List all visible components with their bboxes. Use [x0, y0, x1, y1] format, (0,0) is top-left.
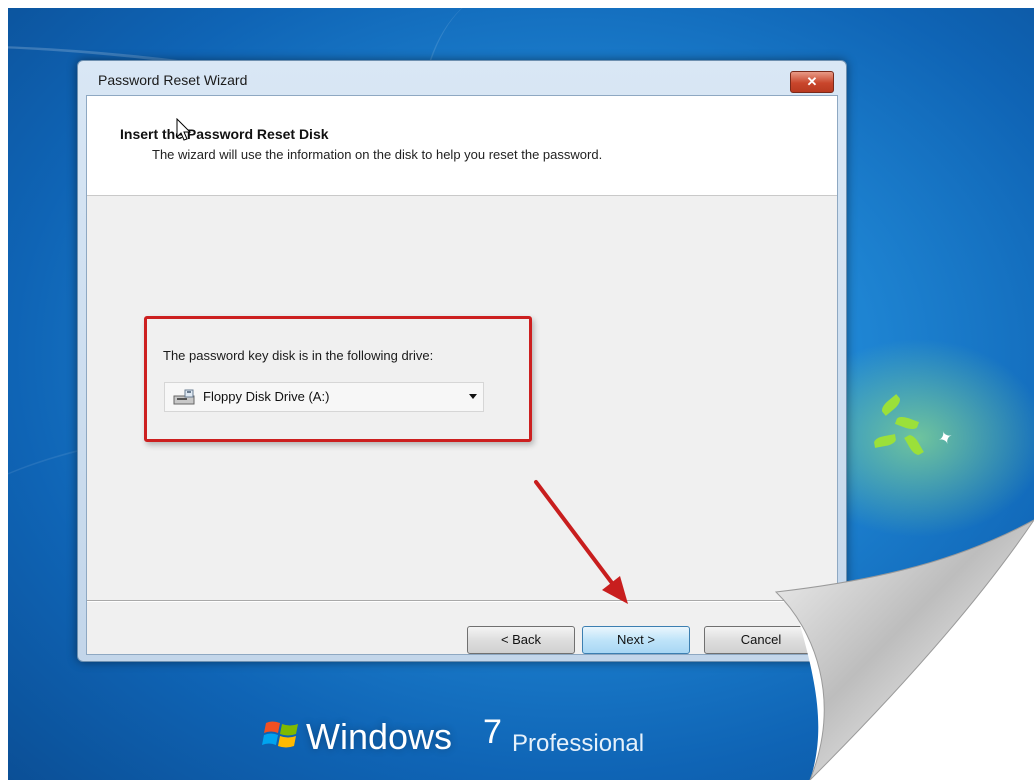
windows-version: 7: [483, 713, 502, 751]
page-curl: [774, 519, 1034, 780]
windows-wordmark: Windows: [306, 716, 453, 757]
windows-flag-icon: [262, 721, 298, 748]
windows-edition: Professional: [512, 730, 645, 757]
